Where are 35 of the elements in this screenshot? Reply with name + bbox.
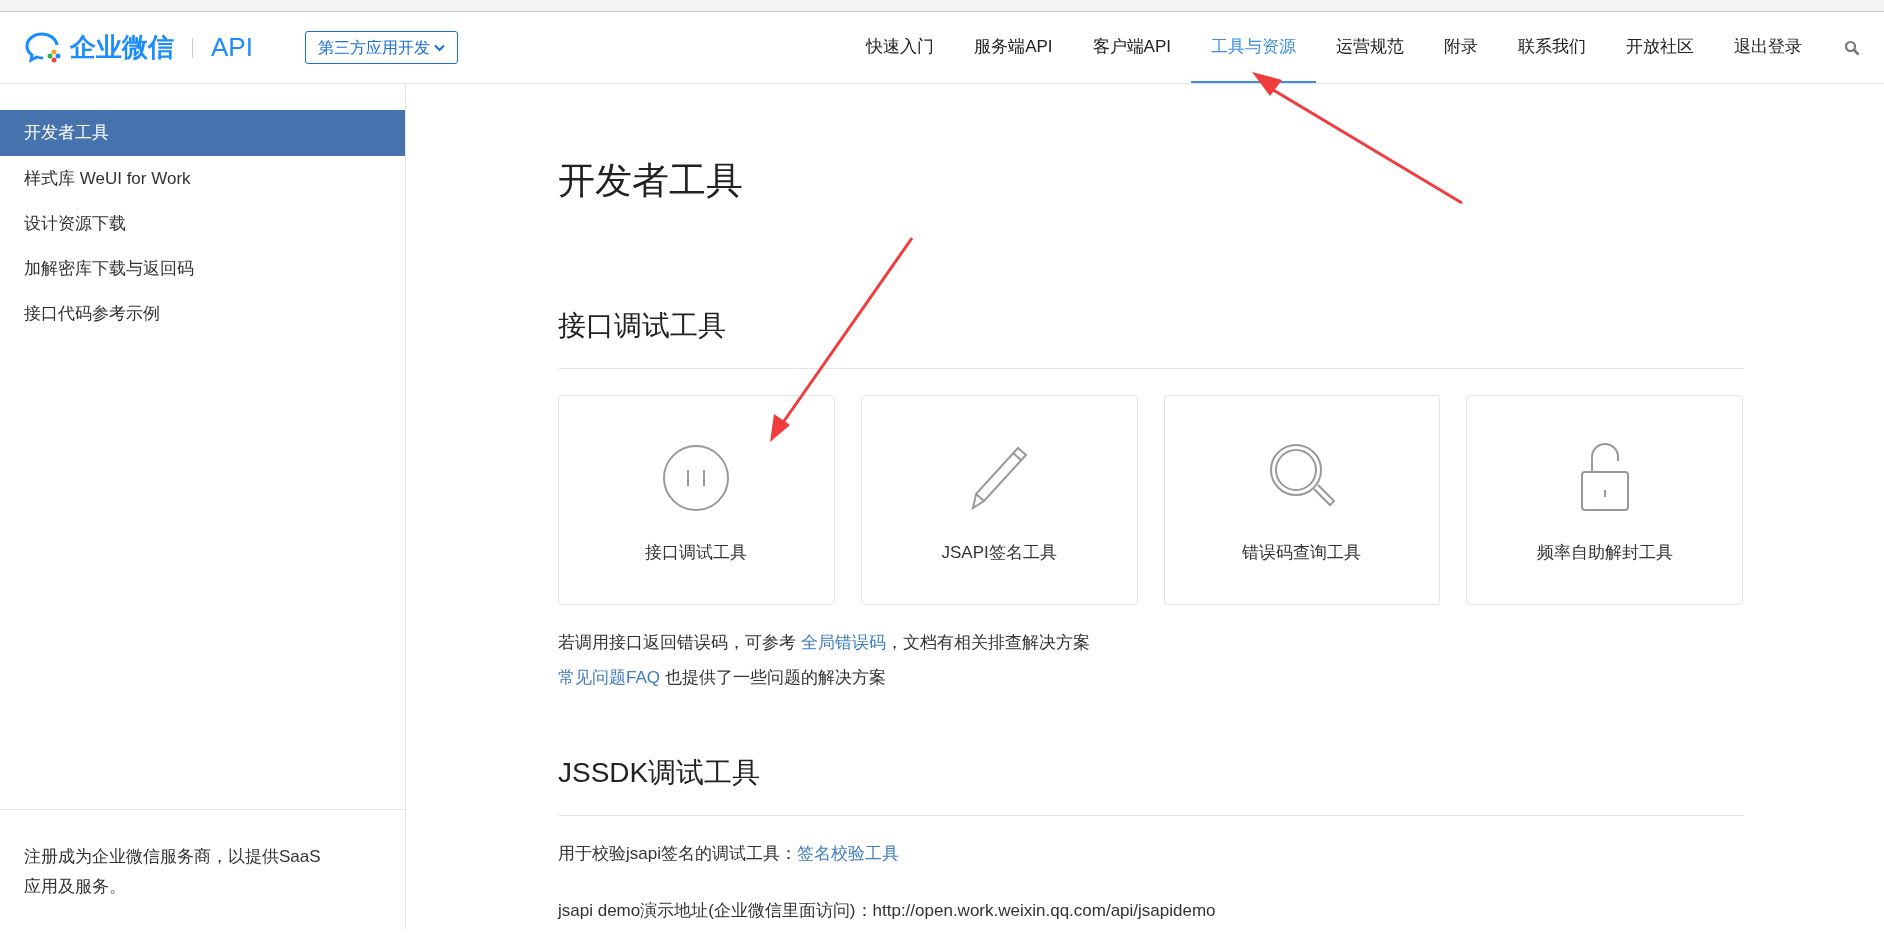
caret-icon [433, 43, 445, 52]
info-text: 若调用接口返回错误码，可参考 全局错误码，文档有相关排查解决方案 [558, 632, 1091, 654]
nav-tab[interactable]: 客户端API [1072, 12, 1191, 83]
page-title: 开发者工具 [558, 159, 744, 203]
tool-card[interactable]: 接口调试工具 [558, 395, 835, 605]
sidebar-item[interactable]: 接口代码参考示例 [0, 291, 405, 336]
padlock-icon [1579, 442, 1630, 512]
nav-tab[interactable]: 退出登录 [1714, 12, 1822, 83]
text-link[interactable]: 全局错误码 [800, 633, 886, 652]
nav-tab[interactable]: 服务端API [954, 12, 1073, 83]
nav-tab[interactable]: 联系我们 [1498, 12, 1606, 83]
section-heading: JSSDK调试工具 [558, 756, 762, 790]
nav-tab[interactable]: 开放社区 [1606, 12, 1714, 83]
service-provider-note: 注册成为企业微信服务商，以提供SaaS应用及服务。 [24, 846, 322, 898]
tool-card[interactable]: 错误码查询工具 [1163, 395, 1441, 605]
sidebar-item[interactable]: 加解密库下载与返回码 [0, 246, 405, 291]
section-heading: 接口调试工具 [558, 309, 727, 343]
nav-tab[interactable]: 快速入门 [846, 12, 955, 83]
plug-icon [662, 444, 731, 512]
app-type-dropdown[interactable]: 第三方应用开发 [304, 31, 458, 64]
product-name: API [211, 31, 253, 64]
sidebar-item[interactable]: 开发者工具 [0, 110, 405, 156]
tool-card[interactable]: JSAPI签名工具 [860, 395, 1138, 605]
search-icon[interactable] [1844, 39, 1860, 56]
info-text: jsapi demo演示地址(企业微信里面访问)：http://open.work.weixin.qq.com/api/jsapidemo [558, 900, 1217, 922]
logo-text: 企业微信 [70, 31, 174, 64]
sidebar-item[interactable]: 设计资源下载 [0, 201, 405, 246]
sidebar-item[interactable]: 样式库 WeUI for Work [0, 156, 405, 201]
nav-tab[interactable]: 运营规范 [1316, 12, 1424, 83]
info-text: 常见问题FAQ 也提供了一些问题的解决方案 [558, 667, 887, 689]
text-link[interactable]: 签名校验工具 [796, 844, 899, 863]
info-text: 用于校验jsapi签名的调试工具：签名校验工具 [558, 843, 900, 865]
nav-tab[interactable]: 附录 [1424, 12, 1498, 83]
text-link[interactable]: 常见问题FAQ [558, 668, 660, 687]
tool-card[interactable]: 频率自助解封工具 [1466, 395, 1743, 605]
